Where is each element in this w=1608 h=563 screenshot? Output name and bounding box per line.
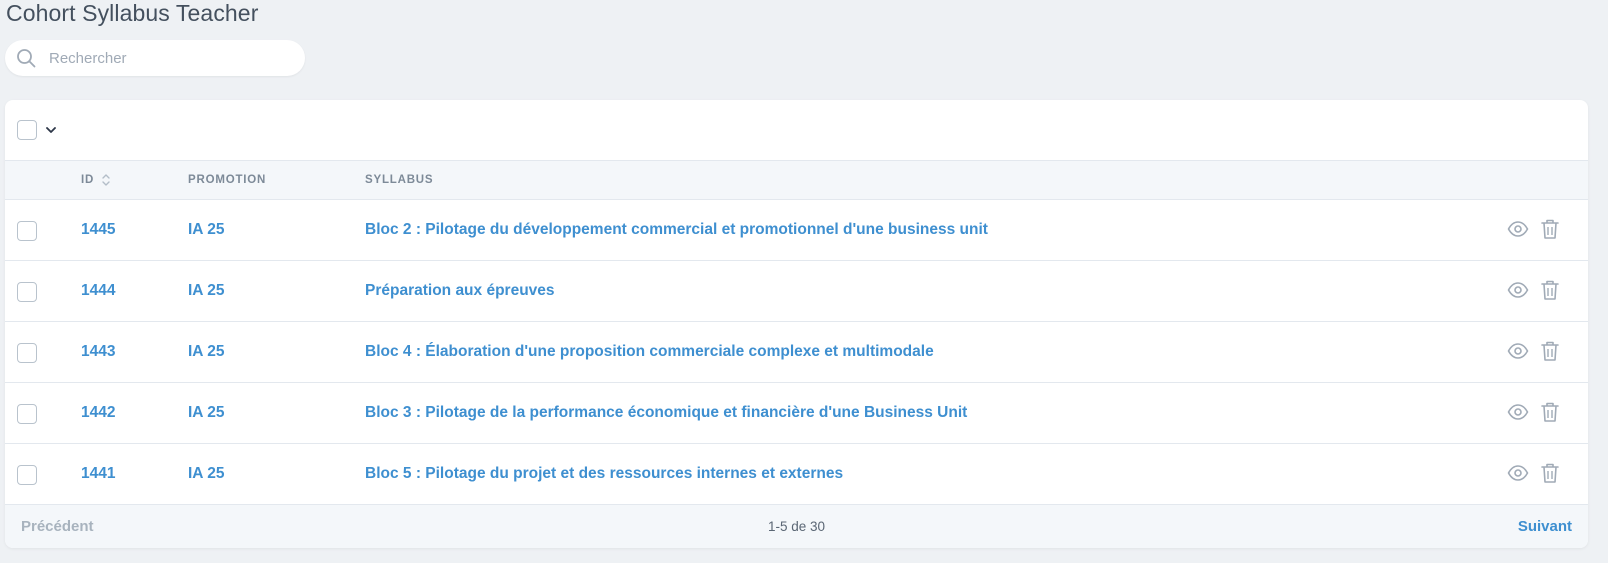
row-id-link[interactable]: 1442 <box>81 404 115 422</box>
table-row: 1445 IA 25 Bloc 2 : Pilotage du développ… <box>5 200 1588 261</box>
eye-icon[interactable] <box>1507 219 1529 239</box>
row-checkbox[interactable] <box>17 404 37 424</box>
eye-icon[interactable] <box>1507 463 1529 483</box>
search-box <box>5 40 305 76</box>
row-syllabus-link[interactable]: Bloc 4 : Élaboration d'une proposition c… <box>365 343 934 361</box>
row-checkbox[interactable] <box>17 282 37 302</box>
row-syllabus-link[interactable]: Bloc 2 : Pilotage du développement comme… <box>365 221 988 239</box>
row-checkbox[interactable] <box>17 465 37 485</box>
row-id-link[interactable]: 1443 <box>81 343 115 361</box>
column-header-id[interactable]: ID <box>81 174 94 186</box>
row-syllabus-link[interactable]: Bloc 3 : Pilotage de la performance écon… <box>365 404 967 422</box>
search-input[interactable] <box>49 40 289 76</box>
table-row: 1443 IA 25 Bloc 4 : Élaboration d'une pr… <box>5 322 1588 383</box>
row-checkbox[interactable] <box>17 343 37 363</box>
trash-icon[interactable] <box>1540 340 1560 362</box>
trash-icon[interactable] <box>1540 401 1560 423</box>
page-title: Cohort Syllabus Teacher <box>6 0 259 26</box>
row-promotion-link[interactable]: IA 25 <box>188 465 224 483</box>
row-syllabus-link[interactable]: Bloc 5 : Pilotage du projet et des resso… <box>365 465 843 483</box>
row-promotion-link[interactable]: IA 25 <box>188 404 224 422</box>
table-body: 1445 IA 25 Bloc 2 : Pilotage du développ… <box>5 200 1588 505</box>
row-promotion-link[interactable]: IA 25 <box>188 282 224 300</box>
results-card: ID PROMOTION SYLLABUS 1445 IA 25 Bloc 2 … <box>5 100 1588 548</box>
chevron-down-icon[interactable] <box>44 123 58 137</box>
column-header-syllabus: SYLLABUS <box>365 174 434 186</box>
trash-icon[interactable] <box>1540 462 1560 484</box>
next-page-button[interactable]: Suivant <box>1518 518 1572 535</box>
row-promotion-link[interactable]: IA 25 <box>188 221 224 239</box>
row-id-link[interactable]: 1445 <box>81 221 115 239</box>
eye-icon[interactable] <box>1507 280 1529 300</box>
table-row: 1441 IA 25 Bloc 5 : Pilotage du projet e… <box>5 444 1588 505</box>
pagination-bar: Précédent 1-5 de 30 Suivant <box>5 505 1588 548</box>
table-row: 1442 IA 25 Bloc 3 : Pilotage de la perfo… <box>5 383 1588 444</box>
row-promotion-link[interactable]: IA 25 <box>188 343 224 361</box>
search-icon <box>17 49 36 68</box>
sort-icon[interactable] <box>101 172 111 188</box>
pagination-info: 1-5 de 30 <box>767 519 826 534</box>
row-syllabus-link[interactable]: Préparation aux épreuves <box>365 282 555 300</box>
column-header-promotion: PROMOTION <box>188 174 267 186</box>
table-header: ID PROMOTION SYLLABUS <box>5 160 1588 200</box>
eye-icon[interactable] <box>1507 402 1529 422</box>
table-row: 1444 IA 25 Préparation aux épreuves <box>5 261 1588 322</box>
row-id-link[interactable]: 1444 <box>81 282 115 300</box>
row-checkbox[interactable] <box>17 221 37 241</box>
select-all-checkbox[interactable] <box>17 120 37 140</box>
bulk-actions-toolbar <box>5 100 1588 160</box>
eye-icon[interactable] <box>1507 341 1529 361</box>
trash-icon[interactable] <box>1540 279 1560 301</box>
row-id-link[interactable]: 1441 <box>81 465 115 483</box>
trash-icon[interactable] <box>1540 218 1560 240</box>
